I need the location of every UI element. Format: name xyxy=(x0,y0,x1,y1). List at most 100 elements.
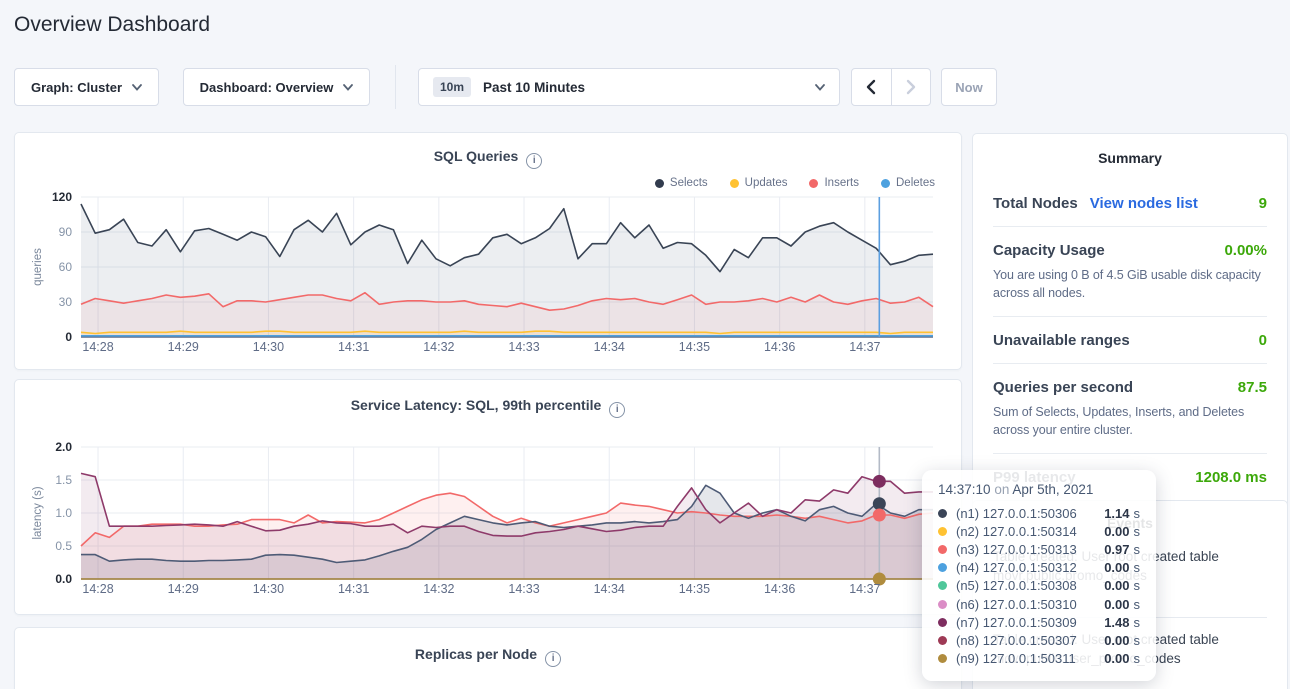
latency-value: 0.00 xyxy=(1104,597,1129,612)
legend-dot xyxy=(730,179,739,188)
svg-text:30: 30 xyxy=(59,295,73,309)
tooltip-timestamp: 14:37:10 on Apr 5th, 2021 xyxy=(938,482,1140,497)
svg-text:120: 120 xyxy=(52,190,72,204)
now-button[interactable]: Now xyxy=(941,68,997,106)
svg-text:1.5: 1.5 xyxy=(55,473,72,487)
latency-unit: s xyxy=(1134,615,1141,630)
graph-dropdown-label: Graph: Cluster xyxy=(31,80,122,95)
sql-queries-panel: SQL Queriesi SelectsUpdatesInsertsDelete… xyxy=(14,132,962,370)
dashboard-dropdown[interactable]: Dashboard: Overview xyxy=(183,68,370,106)
svg-text:14:36: 14:36 xyxy=(764,582,795,596)
latency-value: 0.00 xyxy=(1104,578,1129,593)
service-latency-panel: Service Latency: SQL, 99th percentilei 0… xyxy=(14,379,962,615)
tooltip-row: (n1) 127.0.0.1:503061.14s xyxy=(938,504,1140,522)
legend-item-selects: Selects xyxy=(655,177,708,189)
legend-item-updates: Updates xyxy=(730,177,788,189)
svg-text:0.0: 0.0 xyxy=(55,572,72,586)
overview-dashboard-page: { "page": { "title": "Overview Dashboard… xyxy=(0,0,1290,689)
series-color-dot xyxy=(938,509,947,518)
tooltip-row: (n4) 127.0.0.1:503120.00s xyxy=(938,559,1140,577)
tooltip-row: (n8) 127.0.0.1:503070.00s xyxy=(938,631,1140,649)
time-range-badge: 10m xyxy=(433,77,471,97)
chevron-down-icon xyxy=(132,84,142,91)
series-color-dot xyxy=(938,563,947,572)
legend-dot xyxy=(881,179,890,188)
latency-value: 0.00 xyxy=(1104,560,1129,575)
sql-queries-chart[interactable]: 030609012014:2814:2914:3014:3114:3214:33… xyxy=(15,189,963,361)
node-address: (n8) 127.0.0.1:50307 xyxy=(956,633,1104,648)
latency-unit: s xyxy=(1134,560,1141,575)
latency-unit: s xyxy=(1134,633,1141,648)
svg-text:1.0: 1.0 xyxy=(55,506,72,520)
time-step-buttons xyxy=(851,68,931,106)
svg-text:14:35: 14:35 xyxy=(679,340,710,354)
summary-row-capacity: Capacity Usage 0.00% You are using 0 B o… xyxy=(993,227,1267,317)
legend-label: Inserts xyxy=(824,177,859,189)
svg-text:14:29: 14:29 xyxy=(168,582,199,596)
service-latency-title: Service Latency: SQL, 99th percentilei xyxy=(15,380,961,418)
node-address: (n7) 127.0.0.1:50309 xyxy=(956,615,1104,630)
chart-title-text: Replicas per Node xyxy=(415,646,537,662)
view-nodes-list-link[interactable]: View nodes list xyxy=(1090,195,1198,212)
service-latency-chart[interactable]: 0.00.51.01.52.014:2814:2914:3014:3114:32… xyxy=(15,416,963,612)
tooltip-row: (n6) 127.0.0.1:503100.00s xyxy=(938,595,1140,613)
unavailable-ranges-value: 0 xyxy=(1259,332,1267,349)
latency-unit: s xyxy=(1134,524,1141,539)
node-address: (n9) 127.0.0.1:50311 xyxy=(956,651,1104,666)
summary-row-total-nodes: Total Nodes View nodes list 9 xyxy=(993,180,1267,227)
series-color-dot xyxy=(938,527,947,536)
svg-text:14:34: 14:34 xyxy=(594,340,625,354)
svg-text:14:29: 14:29 xyxy=(168,340,199,354)
info-icon[interactable]: i xyxy=(526,153,542,169)
prev-time-button[interactable] xyxy=(852,69,891,105)
latency-value: 1.48 xyxy=(1104,615,1129,630)
legend-label: Updates xyxy=(745,177,788,189)
legend-dot xyxy=(809,179,818,188)
tooltip-row: (n5) 127.0.0.1:503080.00s xyxy=(938,577,1140,595)
info-icon[interactable]: i xyxy=(545,651,561,667)
legend-item-inserts: Inserts xyxy=(809,177,859,189)
svg-text:60: 60 xyxy=(59,260,73,274)
capacity-description: You are using 0 B of 4.5 GiB usable disk… xyxy=(993,266,1267,302)
series-color-dot xyxy=(938,600,947,609)
qps-label: Queries per second xyxy=(993,379,1133,396)
latency-value: 1.14 xyxy=(1104,506,1129,521)
latency-value: 0.97 xyxy=(1104,542,1129,557)
total-nodes-value: 9 xyxy=(1259,195,1267,212)
svg-text:14:30: 14:30 xyxy=(253,340,284,354)
chart-hover-tooltip: 14:37:10 on Apr 5th, 2021 (n1) 127.0.0.1… xyxy=(922,470,1156,681)
chevron-down-icon xyxy=(815,84,825,91)
chevron-right-icon xyxy=(905,79,917,95)
time-range-dropdown[interactable]: 10m Past 10 Minutes xyxy=(418,68,840,106)
legend-label: Selects xyxy=(670,177,708,189)
svg-text:14:28: 14:28 xyxy=(82,340,113,354)
svg-text:0: 0 xyxy=(65,330,72,344)
tooltip-row: (n2) 127.0.0.1:503140.00s xyxy=(938,522,1140,540)
tooltip-row: (n3) 127.0.0.1:503130.97s xyxy=(938,540,1140,558)
latency-value: 0.00 xyxy=(1104,651,1129,666)
replicas-per-node-title: Replicas per Node i xyxy=(15,628,961,667)
svg-text:14:31: 14:31 xyxy=(338,582,369,596)
svg-text:2.0: 2.0 xyxy=(55,440,72,454)
chart-title-text: Service Latency: SQL, 99th percentile xyxy=(351,397,602,413)
latency-unit: s xyxy=(1134,651,1141,666)
next-time-button[interactable] xyxy=(891,69,930,105)
legend-dot xyxy=(655,179,664,188)
svg-text:14:31: 14:31 xyxy=(338,340,369,354)
series-color-dot xyxy=(938,545,947,554)
tooltip-time: 14:37:10 xyxy=(938,482,991,497)
summary-title: Summary xyxy=(993,134,1267,166)
legend-label: Deletes xyxy=(896,177,935,189)
chevron-down-icon xyxy=(343,84,353,91)
graph-dropdown[interactable]: Graph: Cluster xyxy=(14,68,159,106)
summary-row-qps: Queries per second 87.5 Sum of Selects, … xyxy=(993,364,1267,454)
page-title: Overview Dashboard xyxy=(14,13,210,37)
latency-unit: s xyxy=(1134,542,1141,557)
svg-text:14:32: 14:32 xyxy=(423,582,454,596)
tooltip-on-text: on xyxy=(994,482,1009,497)
latency-value: 0.00 xyxy=(1104,524,1129,539)
svg-text:14:35: 14:35 xyxy=(679,582,710,596)
time-range-label: Past 10 Minutes xyxy=(483,80,815,95)
chevron-left-icon xyxy=(865,79,877,95)
svg-text:14:36: 14:36 xyxy=(764,340,795,354)
